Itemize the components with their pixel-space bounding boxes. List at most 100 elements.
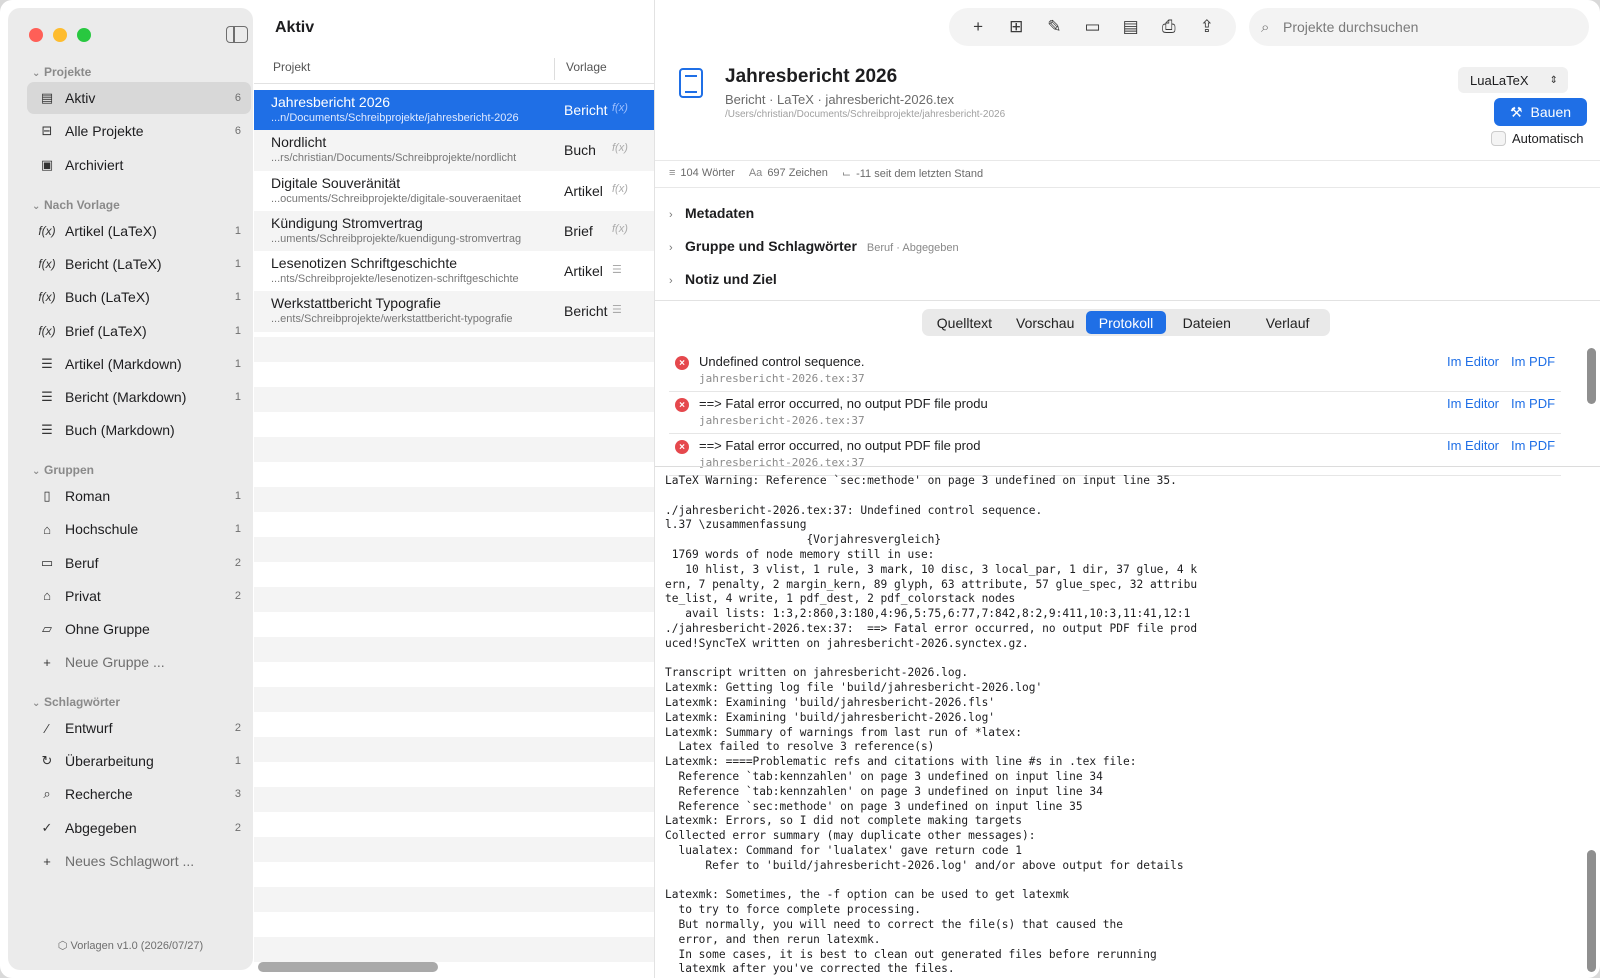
table-row[interactable]: Jahresbericht 2026 ...n/Documents/Schreib… <box>254 90 654 131</box>
new-tag-button[interactable]: + Neues Schlagwort ... <box>27 845 251 877</box>
section-header-projects[interactable]: ⌄ Projekte <box>32 65 91 79</box>
magnifier-icon: ⌕ <box>43 786 51 802</box>
text-list-icon: ☰ <box>41 355 53 371</box>
column-header-project[interactable]: Projekt <box>273 60 310 84</box>
auto-build-toggle[interactable]: Automatisch <box>1491 131 1584 146</box>
sidebar-item-brief-latex[interactable]: f(x) Brief (LaTeX) 1 <box>27 315 251 347</box>
tab-dateien[interactable]: Dateien <box>1166 311 1247 334</box>
sidebar-item-überarbeitung[interactable]: ↻ Überarbeitung 1 <box>27 745 251 777</box>
close-window-button[interactable] <box>29 28 43 42</box>
tab-protokoll[interactable]: Protokoll <box>1085 311 1167 334</box>
open-in-pdf-link[interactable]: Im PDF <box>1511 354 1555 369</box>
share-icon[interactable]: ⇪ <box>1193 13 1221 41</box>
sidebar-item-buch-markdown[interactable]: ☰ Buch (Markdown) <box>27 414 251 446</box>
sidebar-toggle-icon[interactable] <box>226 26 248 43</box>
graduation-cap-icon: ⌂ <box>43 521 51 537</box>
new-group-button[interactable]: + Neue Gruppe ... <box>27 646 251 678</box>
section-header-tags[interactable]: ⌄ Schlagwörter <box>32 695 120 709</box>
column-divider[interactable] <box>554 58 555 80</box>
build-log: LaTeX Warning: Reference `sec:methode' o… <box>665 474 1198 976</box>
plus-icon: + <box>43 654 51 670</box>
sidebar-item-abgegeben[interactable]: ✓ Abgegeben 2 <box>27 812 251 844</box>
issue-row[interactable]: × ==> Fatal error occurred, no output PDF… <box>669 434 1561 476</box>
sidebar-item-ohne-gruppe[interactable]: ▱ Ohne Gruppe <box>27 613 251 645</box>
tab-quelltext[interactable]: Quelltext <box>924 311 1005 334</box>
empty-row <box>254 887 654 912</box>
sidebar: ⌄ Projekte ▤ Aktiv 6 ⊟ Alle Projekte 6 ▣ Archivi… <box>8 8 253 970</box>
section-header-templates[interactable]: ⌄ Nach Vorlage <box>32 198 120 212</box>
function-icon: f(x) <box>612 182 628 195</box>
new-folder-icon[interactable]: ⊞ <box>1002 13 1030 41</box>
issues-scrollbar[interactable] <box>1587 348 1596 404</box>
print-icon[interactable]: ⎙ <box>1155 13 1183 41</box>
compose-icon[interactable]: ✎ <box>1040 13 1068 41</box>
sidebar-item-entwurf[interactable]: ∕ Entwurf 2 <box>27 712 251 744</box>
search-input[interactable] <box>1283 19 1573 35</box>
project-list-pane: Aktiv Projekt Vorlage Jahresbericht 2026… <box>254 0 654 978</box>
document-icon[interactable]: ▤ <box>1117 13 1145 41</box>
detail-pane: + ⊞ ✎ ▭ ▤ ⎙ ⇪ ⌕ Jahresbericht 2026 Bericht · L… <box>654 0 1600 978</box>
section-header-groups[interactable]: ⌄ Gruppen <box>32 463 94 477</box>
open-in-pdf-link[interactable]: Im PDF <box>1511 396 1555 411</box>
sidebar-item-bericht-latex[interactable]: f(x) Bericht (LaTeX) 1 <box>27 248 251 280</box>
zoom-window-button[interactable] <box>77 28 91 42</box>
sidebar-item-label: Buch (Markdown) <box>65 422 175 439</box>
folder-icon[interactable]: ▭ <box>1078 13 1106 41</box>
add-icon[interactable]: + <box>964 13 992 41</box>
project-path: ...n/Documents/Schreibprojekte/jahresber… <box>271 112 519 124</box>
disclosure-metadaten[interactable]: › Metadaten <box>669 205 754 221</box>
log-scrollbar[interactable] <box>1587 850 1596 972</box>
search-field[interactable]: ⌕ <box>1249 8 1589 46</box>
column-header-template[interactable]: Vorlage <box>566 60 607 84</box>
item-count: 2 <box>234 589 241 602</box>
sidebar-item-buch-latex[interactable]: f(x) Buch (LaTeX) 1 <box>27 281 251 313</box>
text-list-icon: ☰ <box>612 304 622 317</box>
item-count: 1 <box>234 755 241 768</box>
open-in-pdf-link[interactable]: Im PDF <box>1511 438 1555 453</box>
function-icon: f(x) <box>38 323 56 338</box>
empty-row <box>254 337 654 362</box>
open-in-editor-link[interactable]: Im Editor <box>1447 438 1499 453</box>
sidebar-item-recherche[interactable]: ⌕ Recherche 3 <box>27 778 251 810</box>
issue-row[interactable]: × ==> Fatal error occurred, no output PDF… <box>669 392 1561 434</box>
empty-row <box>254 837 654 862</box>
build-button[interactable]: ⚒ Bauen <box>1494 98 1587 126</box>
tab-verlauf[interactable]: Verlauf <box>1247 311 1328 334</box>
engine-select[interactable]: LuaLaTeX ⇕ <box>1458 67 1568 93</box>
sidebar-item-bericht-markdown[interactable]: ☰ Bericht (Markdown) 1 <box>27 381 251 413</box>
horizontal-scrollbar[interactable] <box>258 962 438 972</box>
auto-build-checkbox[interactable] <box>1491 131 1506 146</box>
tab-vorschau[interactable]: Vorschau <box>1005 311 1086 334</box>
project-path: ...uments/Schreibprojekte/kuendigung-str… <box>271 232 522 245</box>
sidebar-item-artikel-markdown[interactable]: ☰ Artikel (Markdown) 1 <box>27 348 251 380</box>
table-row[interactable]: Kündigung Stromvertrag ...uments/Schreibp… <box>254 210 654 252</box>
template-type: Brief <box>564 222 593 239</box>
issue-message: ==> Fatal error occurred, no output PDF … <box>699 396 988 411</box>
sidebar-item-aktiv[interactable]: ▤ Aktiv 6 <box>27 82 251 114</box>
sidebar-item-alle-projekte[interactable]: ⊟ Alle Projekte 6 <box>27 115 251 147</box>
empty-row <box>254 587 654 612</box>
sidebar-item-artikel-latex[interactable]: f(x) Artikel (LaTeX) 1 <box>27 215 251 247</box>
table-row[interactable]: Werkstattbericht Typografie ...ents/Schre… <box>254 291 654 332</box>
issue-row[interactable]: × Undefined control sequence. jahresberich… <box>669 350 1561 392</box>
open-in-editor-link[interactable]: Im Editor <box>1447 354 1499 369</box>
open-in-editor-link[interactable]: Im Editor <box>1447 396 1499 411</box>
sidebar-item-roman[interactable]: ▯ Roman 1 <box>27 480 251 512</box>
table-row[interactable]: Digitale Souveränität ...ocuments/Schreib… <box>254 171 654 211</box>
minimize-window-button[interactable] <box>53 28 67 42</box>
function-icon: f(x) <box>612 142 628 155</box>
divider <box>655 160 1600 161</box>
header-divider <box>254 83 654 84</box>
table-row[interactable]: Lesenotizen Schriftgeschichte ...nts/Schr… <box>254 251 654 291</box>
table-row[interactable]: Nordlicht ...rs/christian/Documents/Schre… <box>254 130 654 171</box>
sidebar-item-hochschule[interactable]: ⌂ Hochschule 1 <box>27 513 251 545</box>
item-count: 1 <box>234 258 241 271</box>
disclosure-notiz-und-ziel[interactable]: › Notiz und Ziel <box>669 271 777 287</box>
error-icon: × <box>675 398 689 412</box>
function-icon: f(x) <box>38 290 56 305</box>
sidebar-item-privat[interactable]: ⌂ Privat 2 <box>27 580 251 612</box>
search-icon: ⌕ <box>1261 18 1270 36</box>
disclosure-gruppe-und-schlagwörter[interactable]: › Gruppe und Schlagwörter Beruf · Abgegebe… <box>669 238 959 254</box>
sidebar-item-archiviert[interactable]: ▣ Archiviert <box>27 149 251 181</box>
sidebar-item-beruf[interactable]: ▭ Beruf 2 <box>27 547 251 579</box>
